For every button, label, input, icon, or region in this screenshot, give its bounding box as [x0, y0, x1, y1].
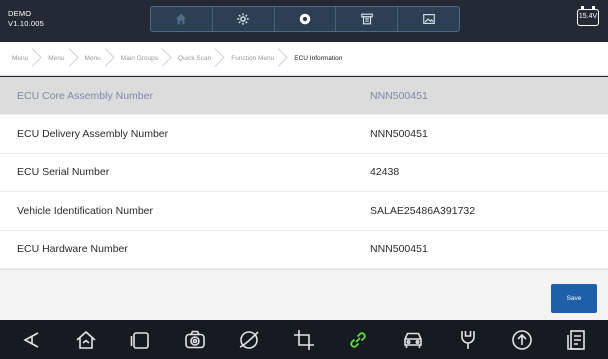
- settings-icon: [237, 13, 249, 25]
- nav-back-button[interactable]: [16, 325, 46, 355]
- nav-vehicle-button[interactable]: [398, 325, 428, 355]
- breadcrumb-item[interactable]: Menu: [79, 42, 115, 76]
- record-icon: [299, 13, 311, 25]
- car-icon: [404, 332, 422, 348]
- breadcrumb-item[interactable]: Function Menu: [225, 42, 288, 76]
- ecu-info-list: ECU Core Assembly Number NNN500451 ECU D…: [0, 77, 608, 269]
- toolbar-print-button[interactable]: [336, 7, 399, 31]
- nav-upload-button[interactable]: [507, 325, 537, 355]
- crop-icon: [293, 329, 314, 350]
- nav-repair-button[interactable]: [453, 325, 483, 355]
- home-icon: [176, 13, 187, 25]
- home-icon: [76, 330, 96, 349]
- app-brand: DEMO V1.10.005: [8, 9, 44, 29]
- ecu-info-label: ECU Serial Number: [17, 166, 110, 179]
- breadcrumb-item[interactable]: Menu: [6, 42, 42, 76]
- ecu-info-label: ECU Hardware Number: [17, 243, 128, 256]
- nav-vci-link-button[interactable]: [343, 325, 373, 355]
- version-label: V1.10.005: [8, 19, 44, 28]
- nav-browser-button[interactable]: [234, 325, 264, 355]
- printer-icon: [360, 13, 373, 25]
- report-icon: [566, 329, 585, 350]
- nav-crop-button[interactable]: [289, 325, 319, 355]
- ecu-info-value: SALAE25486A391732: [370, 204, 476, 217]
- ecu-info-label: ECU Core Assembly Number: [17, 89, 153, 102]
- repair-icon: [460, 330, 475, 349]
- top-status-bar: DEMO V1.10.005 15.4V: [0, 0, 608, 42]
- nav-report-button[interactable]: [562, 325, 592, 355]
- ecu-info-row[interactable]: ECU Hardware Number NNN500451: [0, 231, 608, 269]
- toolbar-image-button[interactable]: [398, 7, 459, 31]
- battery-voltage-indicator: 15.4V: [577, 6, 599, 26]
- camera-icon: [185, 330, 205, 348]
- ecu-info-value: 42438: [370, 166, 400, 179]
- ecu-info-label: ECU Delivery Assembly Number: [17, 128, 169, 141]
- system-nav-bar: [0, 320, 608, 359]
- breadcrumb-current: ECU Information: [294, 54, 343, 62]
- browser-icon: [240, 330, 259, 349]
- ecu-info-row-selected[interactable]: ECU Core Assembly Number NNN500451: [0, 77, 608, 116]
- recent-apps-icon: [131, 331, 150, 349]
- vci-link-icon: [350, 331, 367, 348]
- nav-recent-apps-button[interactable]: [125, 325, 155, 355]
- back-icon: [23, 331, 39, 348]
- mode-label: DEMO: [8, 9, 32, 18]
- action-bar: Save: [0, 269, 608, 320]
- nav-home-button[interactable]: [71, 325, 101, 355]
- breadcrumb-item[interactable]: Quick Scan: [172, 42, 225, 76]
- ecu-info-row[interactable]: ECU Delivery Assembly Number NNN500451: [0, 115, 608, 154]
- upload-icon: [512, 329, 532, 350]
- toolbar-home-button[interactable]: [151, 7, 213, 31]
- ecu-info-row[interactable]: ECU Serial Number 42438: [0, 154, 608, 193]
- save-button[interactable]: Save: [551, 284, 597, 313]
- ecu-info-row[interactable]: Vehicle Identification Number SALAE25486…: [0, 192, 608, 231]
- breadcrumb-item[interactable]: Main Groups: [115, 42, 172, 76]
- toolbar: [150, 6, 460, 32]
- ecu-info-value: NNN500451: [370, 128, 428, 141]
- image-icon: [422, 14, 435, 24]
- breadcrumb-item[interactable]: Menu: [42, 42, 78, 76]
- ecu-info-value: NNN500451: [370, 243, 428, 256]
- ecu-info-value: NNN500451: [370, 89, 428, 102]
- breadcrumb: Menu Menu Menu Main Groups Quick Scan Fu…: [0, 42, 608, 76]
- nav-screenshot-button[interactable]: [180, 325, 210, 355]
- ecu-info-label: Vehicle Identification Number: [17, 204, 153, 217]
- toolbar-settings-button[interactable]: [213, 7, 275, 31]
- toolbar-record-button[interactable]: [275, 7, 337, 31]
